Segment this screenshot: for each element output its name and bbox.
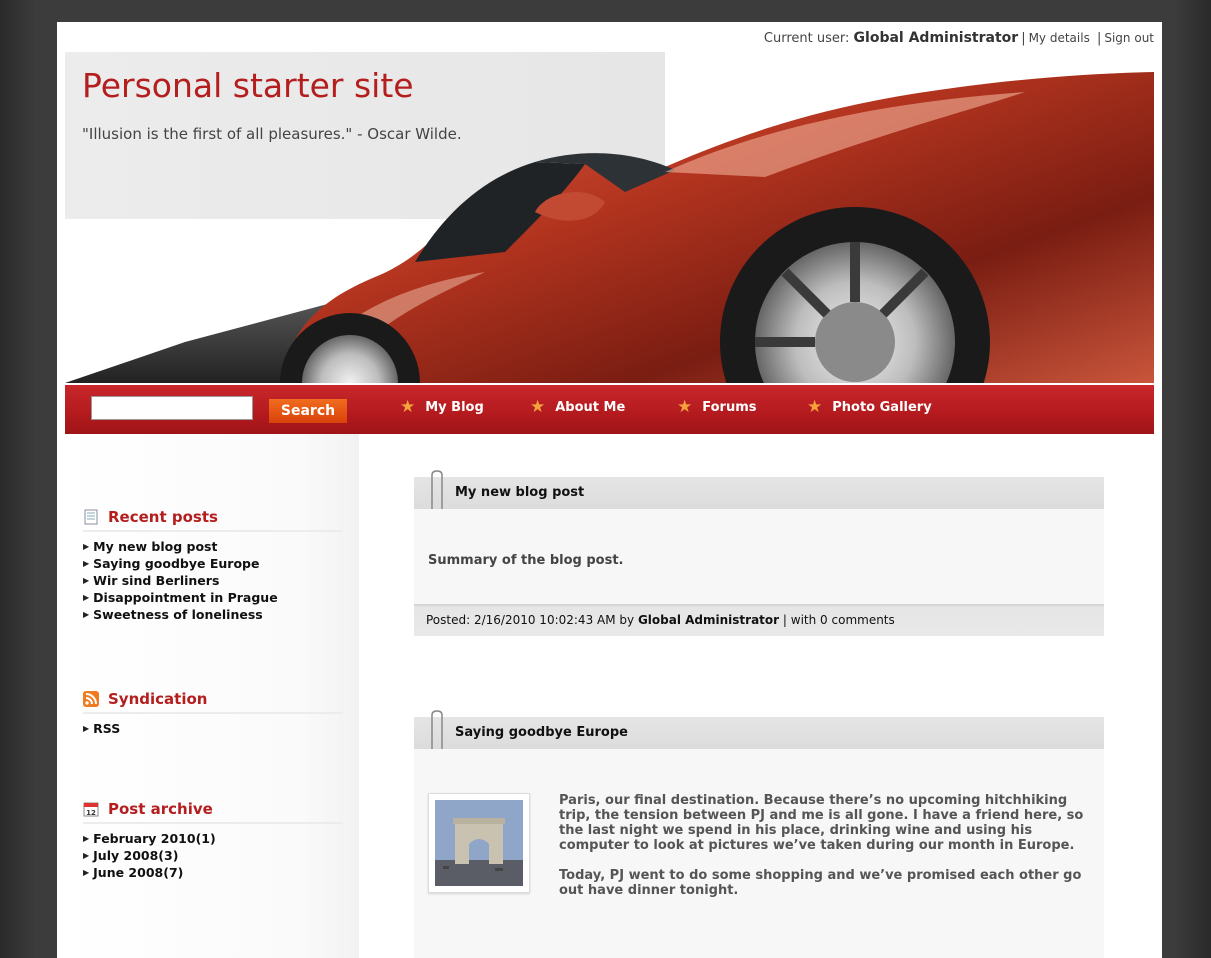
post-body: Paris, our final destination. Because th…	[414, 749, 1104, 958]
post-paragraph: Today, PJ went to do some shopping and w…	[559, 868, 1082, 898]
post-comments[interactable]: | with 0 comments	[783, 613, 895, 627]
recent-posts-title: Recent posts	[108, 508, 218, 526]
blog-post: My new blog post Summary of the blog pos…	[414, 470, 1104, 636]
triangle-right-icon: ▶	[83, 851, 90, 860]
triangle-right-icon: ▶	[83, 834, 90, 843]
list-item[interactable]: ▶ July 2008(3)	[83, 847, 343, 864]
nav-item-photo-gallery[interactable]: ★ Photo Gallery	[807, 397, 932, 417]
star-icon: ★	[530, 397, 546, 417]
list-item[interactable]: ▶ Sweetness of loneliness	[83, 606, 343, 623]
post-date: Posted: 2/16/2010 10:02:43 AM by	[426, 613, 635, 627]
list-item[interactable]: ▶ Saying goodbye Europe	[83, 555, 343, 572]
nav-item-my-blog[interactable]: ★ My Blog	[400, 397, 484, 417]
triangle-right-icon: ▶	[83, 559, 90, 568]
list-item[interactable]: ▶ Wir sind Berliners	[83, 572, 343, 589]
current-user-name[interactable]: Global Administrator	[854, 30, 1019, 46]
search-input[interactable]	[91, 396, 253, 420]
post-paragraph: Paris, our final destination. Because th…	[559, 793, 1084, 853]
recent-posts-widget: Recent posts ▶ My new blog post ▶ Saying g…	[83, 508, 343, 623]
nav-item-label: My Blog	[425, 400, 484, 415]
post-header: Saying goodbye Europe	[414, 710, 1104, 757]
list-item[interactable]: ▶ RSS	[83, 720, 343, 737]
my-details-link[interactable]: My details	[1029, 31, 1090, 45]
site-title[interactable]: Personal starter site	[82, 66, 414, 105]
post-title[interactable]: Saying goodbye Europe	[455, 725, 628, 740]
post-body: Summary of the blog post.	[414, 509, 1104, 604]
list-item[interactable]: ▶ June 2008(7)	[83, 864, 343, 881]
user-bar: Current user: Global Administrator | My de…	[764, 30, 1154, 46]
triangle-right-icon: ▶	[83, 593, 90, 602]
list-item[interactable]: ▶ Disappointment in Prague	[83, 589, 343, 606]
post-archive-title: Post archive	[108, 800, 213, 818]
triangle-right-icon: ▶	[83, 868, 90, 877]
syndication-widget: Syndication ▶ RSS	[83, 690, 343, 737]
list-item[interactable]: ▶ February 2010(1)	[83, 830, 343, 847]
search-button[interactable]: Search	[269, 399, 347, 423]
widget-title: 12 Post archive	[83, 800, 343, 824]
nav-item-label: About Me	[555, 400, 626, 415]
widget-title: Recent posts	[83, 508, 343, 532]
triangle-right-icon: ▶	[83, 542, 90, 551]
widget-title: Syndication	[83, 690, 343, 714]
nav-item-label: Photo Gallery	[832, 400, 932, 415]
site-motto: "Illusion is the first of all pleasures.…	[82, 125, 462, 143]
rss-icon	[83, 691, 99, 707]
list-item[interactable]: ▶ My new blog post	[83, 538, 343, 555]
document-icon	[84, 509, 98, 525]
header-banner: Personal starter site "Illusion is the f…	[65, 52, 1154, 383]
post-text: Paris, our final destination. Because th…	[559, 793, 1089, 913]
star-icon: ★	[400, 397, 416, 417]
post-header: My new blog post	[414, 470, 1104, 517]
star-icon: ★	[807, 397, 823, 417]
triangle-right-icon: ▶	[83, 576, 90, 585]
separator: |	[1096, 31, 1102, 46]
sign-out-link[interactable]: Sign out	[1104, 31, 1154, 45]
calendar-icon: 12	[83, 802, 99, 817]
star-icon: ★	[677, 397, 693, 417]
triangle-right-icon: ▶	[83, 724, 90, 733]
nav-item-about-me[interactable]: ★ About Me	[530, 397, 626, 417]
post-footer: Posted: 2/16/2010 10:02:43 AM by Global …	[414, 604, 1104, 636]
current-user-label: Current user:	[763, 31, 850, 46]
separator: |	[1021, 31, 1026, 46]
triangle-right-icon: ▶	[83, 610, 90, 619]
post-author[interactable]: Global Administrator	[638, 613, 779, 627]
nav-item-forums[interactable]: ★ Forums	[677, 397, 757, 417]
blog-post: Saying goodbye Europe Paris, our final d…	[414, 710, 1104, 958]
page: Current user: Global Administrator | My de…	[57, 22, 1162, 958]
post-thumbnail[interactable]	[428, 793, 530, 893]
arc-de-triomphe-image	[435, 800, 523, 886]
post-title[interactable]: My new blog post	[455, 485, 584, 500]
nav-item-label: Forums	[702, 400, 757, 415]
post-archive-widget: 12 Post archive ▶ February 2010(1) ▶ July …	[83, 800, 343, 881]
syndication-title: Syndication	[108, 690, 208, 708]
svg-text:12: 12	[86, 809, 96, 817]
main-navigation: Search ★ My Blog ★ About Me ★ Forums ★ P…	[65, 385, 1154, 434]
left-sidebar: Recent posts ▶ My new blog post ▶ Saying g…	[65, 434, 359, 958]
post-summary: Summary of the blog post.	[428, 553, 624, 568]
